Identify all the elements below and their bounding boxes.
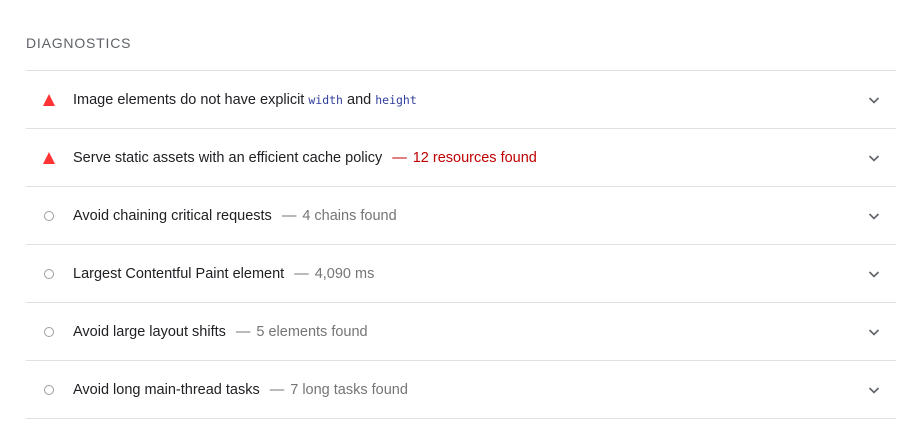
audit-display-value: 4,090 ms [314, 265, 375, 282]
status-indicator [26, 268, 73, 279]
audit-display-value: 5 elements found [256, 323, 368, 340]
audit-layout-shifts[interactable]: Avoid large layout shifts — 5 elements f… [26, 303, 896, 361]
audit-critical-request-chains[interactable]: Avoid chaining critical requests — 4 cha… [26, 187, 896, 245]
chevron-down-icon[interactable] [868, 268, 880, 280]
audit-title: Avoid large layout shifts [73, 323, 226, 340]
warning-triangle-icon [43, 93, 55, 106]
audit-display-value: 12 resources found [412, 149, 537, 166]
audit-cache-policy[interactable]: Serve static assets with an efficient ca… [26, 129, 896, 187]
info-circle-icon [44, 326, 54, 337]
info-circle-icon [44, 268, 54, 279]
audit-list: Image elements do not have explicit widt… [26, 70, 896, 419]
status-indicator [26, 384, 73, 395]
audit-display-value: 4 chains found [302, 207, 397, 224]
chevron-down-icon[interactable] [868, 326, 880, 338]
section-title: DIAGNOSTICS [26, 35, 132, 51]
audit-title: Avoid long main-thread tasks [73, 381, 260, 398]
separator: — [235, 323, 251, 340]
status-indicator [26, 326, 73, 337]
warning-triangle-icon [43, 151, 55, 164]
separator: — [281, 207, 297, 224]
audit-title: Serve static assets with an efficient ca… [73, 149, 383, 166]
info-circle-icon [44, 384, 54, 395]
diagnostics-section: DIAGNOSTICS Image elements do not have e… [0, 0, 918, 426]
info-circle-icon [44, 210, 54, 221]
status-indicator [26, 151, 73, 164]
audit-display-value: 7 long tasks found [290, 381, 408, 398]
audit-long-tasks[interactable]: Avoid long main-thread tasks — 7 long ta… [26, 361, 896, 419]
separator: — [392, 149, 407, 166]
audit-title: Avoid chaining critical requests [73, 207, 272, 224]
separator: — [269, 381, 285, 398]
audit-title: Largest Contentful Paint element [73, 265, 285, 282]
audit-lcp-element[interactable]: Largest Contentful Paint element — 4,090… [26, 245, 896, 303]
status-indicator [26, 93, 73, 106]
audit-unsized-images[interactable]: Image elements do not have explicit widt… [26, 71, 896, 129]
code-height: height [375, 92, 417, 107]
separator: — [294, 265, 309, 282]
chevron-down-icon[interactable] [868, 210, 880, 222]
chevron-down-icon[interactable] [868, 152, 880, 164]
chevron-down-icon[interactable] [868, 94, 880, 106]
code-width: width [308, 92, 343, 107]
audit-title: Image elements do not have explicit widt… [73, 91, 417, 108]
chevron-down-icon[interactable] [868, 384, 880, 396]
status-indicator [26, 210, 73, 221]
